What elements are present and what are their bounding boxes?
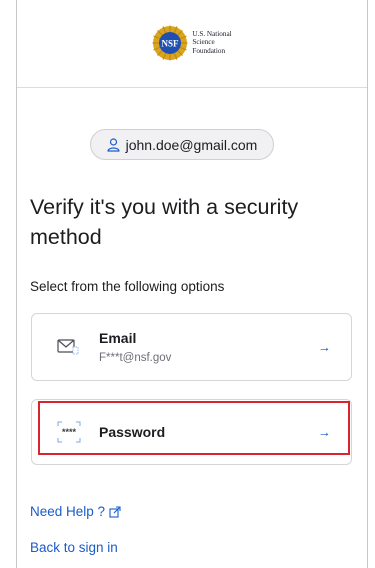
email-option-body: Email F***t@nsf.gov (99, 330, 171, 364)
header: NSF U.S. National Science Foundation (17, 0, 367, 88)
nsf-logo: NSF U.S. National Science Foundation (152, 25, 232, 61)
external-link-icon (109, 505, 121, 518)
password-icon-text: **** (62, 427, 77, 437)
user-identifier-chip: john.doe@gmail.com (90, 129, 274, 160)
logo-line-2: Science (192, 38, 215, 47)
back-to-signin-link[interactable]: Back to sign in (30, 540, 118, 555)
page-subtitle: Select from the following options (30, 279, 225, 294)
password-option[interactable]: **** Password → (31, 399, 352, 465)
password-option-body: Password (99, 424, 165, 440)
password-icon: **** (57, 421, 81, 443)
password-option-title: Password (99, 424, 166, 440)
email-option[interactable]: Email F***t@nsf.gov → (31, 313, 352, 381)
logo-line-3: Foundation (192, 46, 226, 55)
user-icon (107, 137, 120, 152)
logo-line-1: U.S. National (192, 29, 232, 38)
mail-icon (57, 339, 79, 355)
email-option-detail: F***t@nsf.gov (99, 352, 172, 364)
user-email: john.doe@gmail.com (125, 136, 258, 153)
seal-text: NSF (162, 38, 180, 48)
nsf-seal-icon: NSF (152, 25, 188, 60)
arrow-right-icon: → (318, 339, 331, 355)
need-help-link[interactable]: Need Help ? (30, 504, 121, 519)
email-option-title: Email (99, 330, 137, 346)
page-title: Verify it's you with a security method (30, 195, 299, 249)
need-help-label: Need Help ? (30, 504, 106, 519)
arrow-right-icon: → (318, 424, 331, 440)
logo-text: U.S. National Science Foundation (192, 30, 231, 56)
